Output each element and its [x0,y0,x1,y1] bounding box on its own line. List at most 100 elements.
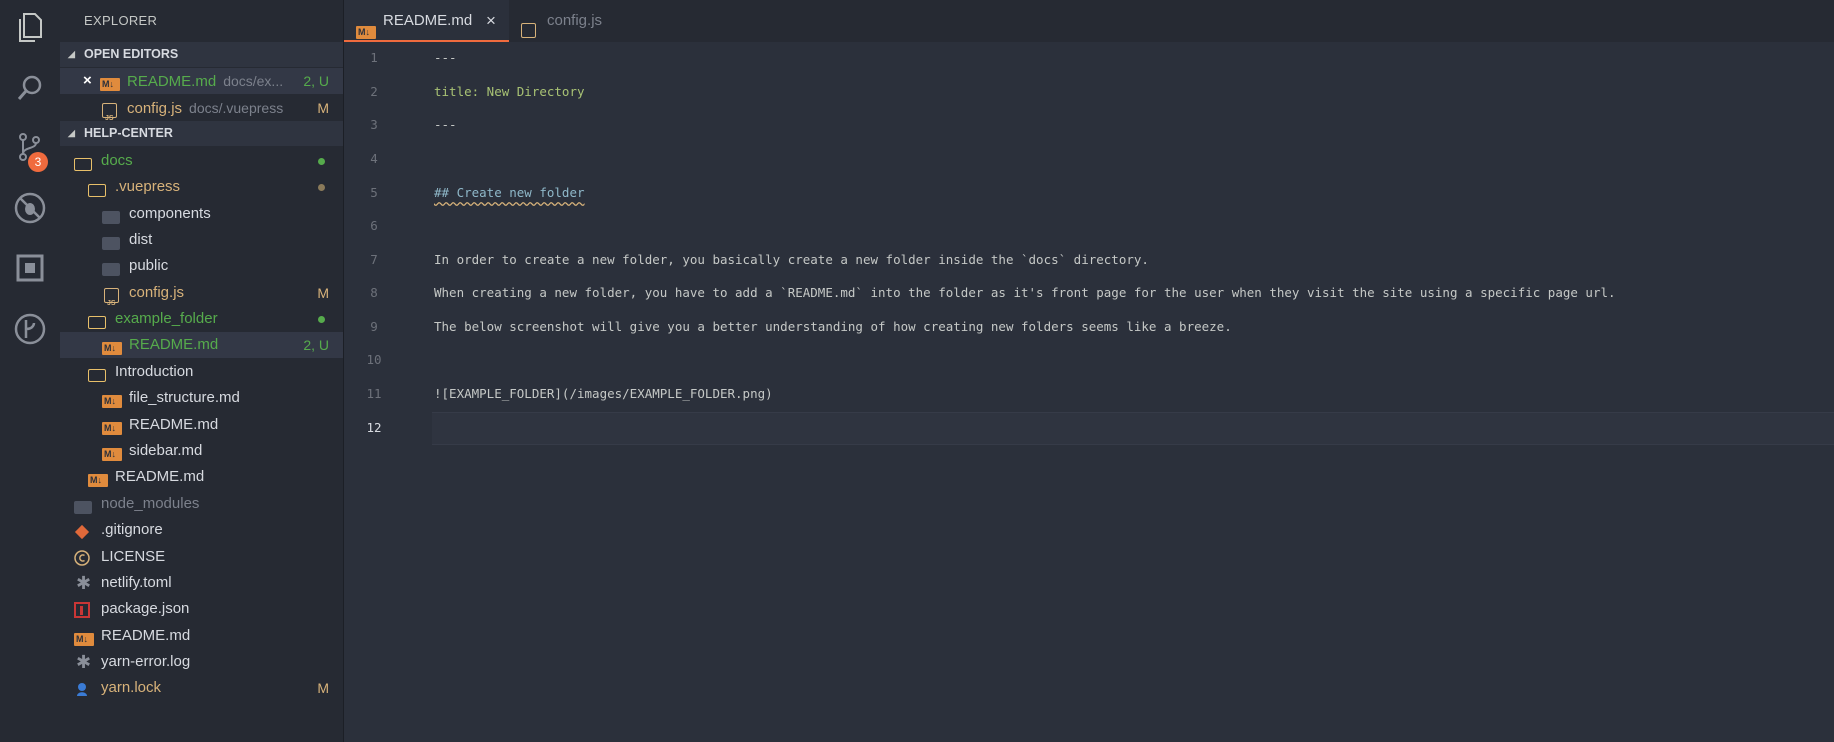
folder-icon [102,259,120,276]
tree-file-config-js[interactable]: config.js M [60,280,343,317]
current-line-highlight [432,412,1834,445]
activity-bar: 3 [0,0,60,742]
asterisk-icon: ✱ [76,652,92,672]
file-path: docs/.vuepress [189,100,284,116]
git-status: M [317,285,329,301]
line-number: 12 [366,420,382,435]
tree-file-netlify[interactable]: ✱ netlify.toml [60,570,343,596]
code-line: When creating a new folder, you have to … [434,285,1616,300]
tree-folder-node-modules[interactable]: node_modules [60,491,343,517]
markdown-icon [102,337,122,359]
folder-icon [74,497,92,514]
code-line: The below screenshot will give you a bet… [434,319,1232,334]
extensions-icon[interactable] [12,250,48,286]
line-number: 1 [370,50,378,65]
folder-icon [102,233,120,250]
line-number: 2 [370,84,378,99]
tab-config[interactable]: config.js [509,0,639,68]
npm-icon [74,601,92,618]
tree-file-readme-selected[interactable]: README.md 2, U [60,332,343,359]
markdown-icon [102,443,122,465]
tab-label: config.js [547,12,603,29]
status-dot [318,158,325,165]
code-line: title: New Directory [434,84,585,99]
file-name: config.js [127,100,183,117]
code-line-heading: ## Create new folder [434,185,585,200]
tree-file-file-structure[interactable]: file_structure.md [60,385,343,412]
git-lens-icon[interactable] [12,311,48,347]
collapse-triangle-icon: ◢ [68,128,75,138]
folder-icon [88,180,106,197]
code-line: --- [434,50,457,65]
editor-tab-bar: README.md × config.js [344,0,1834,68]
open-editor-config[interactable]: config.js docs/.vuepress M [60,95,343,132]
tree-file-license[interactable]: LICENSE [60,544,343,570]
tree-file-package-json[interactable]: package.json [60,596,343,622]
git-status: M [317,680,329,696]
line-number: 10 [366,352,382,367]
asterisk-icon: ✱ [76,573,92,593]
line-number: 11 [366,386,382,401]
open-editors-header[interactable]: ◢ OPEN EDITORS [60,42,343,67]
git-status: 2, U [303,337,329,353]
folder-icon [102,207,120,224]
line-number: 7 [370,252,378,267]
markdown-icon [102,390,122,412]
tree-file-readme-root[interactable]: README.md [60,623,343,650]
tree-file-yarn-error[interactable]: ✱ yarn-error.log [60,649,343,675]
tab-label: README.md [383,12,473,29]
code-editor[interactable]: 1 2 3 4 5 6 7 8 9 10 11 12 --- title: Ne… [344,42,1834,742]
yarn-icon [74,680,92,696]
line-number: 5 [370,185,378,200]
file-name: README.md [127,73,217,90]
license-icon [74,549,92,566]
line-number: 9 [370,319,378,334]
line-number: 6 [370,218,378,233]
files-icon[interactable] [12,10,48,46]
tree-folder-introduction[interactable]: Introduction [60,359,343,385]
search-icon[interactable] [12,70,48,106]
open-editor-readme[interactable]: × README.md docs/ex... 2, U [60,68,343,95]
scm-badge: 3 [28,152,48,172]
tree-folder-vuepress[interactable]: .vuepress [60,174,343,200]
folder-icon [74,154,92,171]
tab-readme[interactable]: README.md × [344,0,509,43]
code-line-image-link: ![EXAMPLE_FOLDER](/images/EXAMPLE_FOLDER… [434,386,773,401]
code-line: In order to create a new folder, you bas… [434,252,1149,267]
tree-file-readme-docs[interactable]: README.md [60,464,343,491]
tree-file-gitignore[interactable]: .gitignore [60,517,343,543]
git-status: 2, U [303,73,329,89]
tree-file-readme-intro[interactable]: README.md [60,412,343,439]
collapse-triangle-icon: ◢ [68,49,75,59]
explorer-title: EXPLORER [84,13,158,28]
tree-folder-example[interactable]: example_folder [60,306,343,332]
markdown-icon [100,73,120,95]
folder-icon [88,365,106,382]
js-icon [104,286,122,317]
status-dot [318,184,325,191]
line-number: 4 [370,151,378,166]
status-dot [318,316,325,323]
tree-folder-components[interactable]: components [60,201,343,227]
tree-folder-docs[interactable]: docs [60,148,343,174]
code-line: --- [434,117,457,132]
debug-icon[interactable] [12,190,48,226]
line-number: 8 [370,285,378,300]
project-header[interactable]: ◢ HELP-CENTER [60,121,343,146]
close-icon[interactable]: × [83,68,92,94]
folder-icon [88,312,106,329]
tree-file-sidebar[interactable]: sidebar.md [60,438,343,465]
git-icon [74,523,92,540]
tree-folder-dist[interactable]: dist [60,227,343,253]
git-status: M [317,100,329,116]
js-icon [102,101,120,132]
close-icon[interactable]: × [486,0,496,42]
tree-file-yarn-lock[interactable]: yarn.lock M [60,675,343,701]
tree-folder-public[interactable]: public [60,253,343,279]
line-number: 3 [370,117,378,132]
markdown-icon [102,417,122,439]
markdown-icon [74,628,94,650]
markdown-icon [88,469,108,491]
file-path: docs/ex... [223,73,284,89]
explorer-sidebar: EXPLORER ◢ OPEN EDITORS × README.md docs/… [60,0,344,742]
